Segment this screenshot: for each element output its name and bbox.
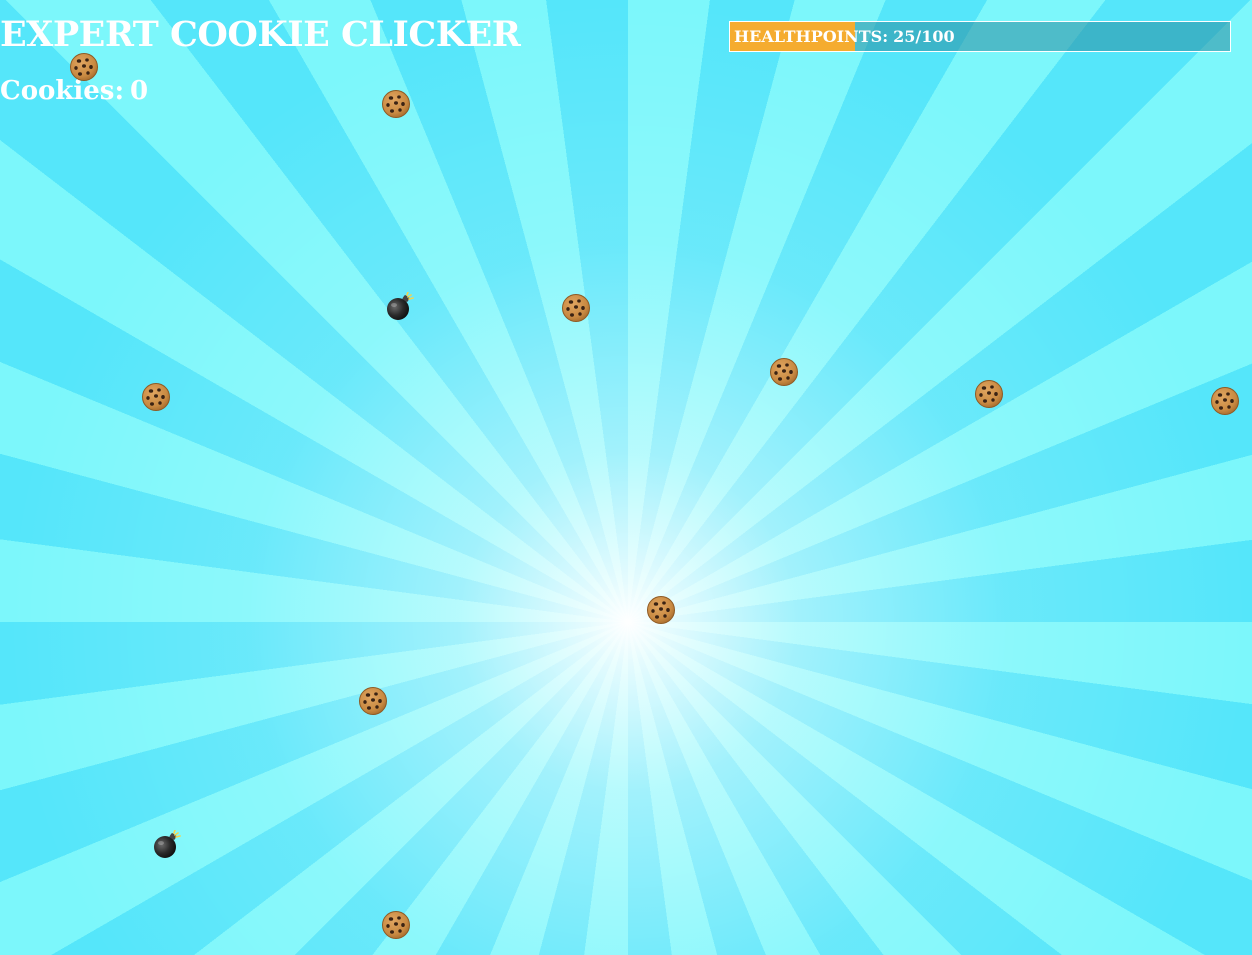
cookie-icon[interactable] — [974, 379, 1004, 409]
cookie-icon[interactable] — [381, 89, 411, 119]
score-value: 0 — [130, 76, 149, 106]
cookie-icon[interactable] — [646, 595, 676, 625]
game-area[interactable]: EXPERT COOKIE CLICKER Cookies: 0 HEALTHPO… — [0, 0, 1252, 955]
bomb-icon[interactable] — [152, 830, 182, 860]
score-label: Cookies: — [0, 76, 125, 106]
health-label: HEALTHPOINTS: — [734, 27, 889, 46]
game-title: EXPERT COOKIE CLICKER — [0, 14, 521, 55]
health-value: 25/100 — [893, 27, 955, 46]
cookie-icon[interactable] — [1210, 386, 1240, 416]
cookie-icon[interactable] — [381, 910, 411, 940]
cookie-icon[interactable] — [141, 382, 171, 412]
health-bar: HEALTHPOINTS: 25/100 — [729, 21, 1231, 52]
cookie-icon[interactable] — [769, 357, 799, 387]
health-text: HEALTHPOINTS: 25/100 — [734, 22, 955, 51]
cookie-icon[interactable] — [358, 686, 388, 716]
cookie-icon[interactable] — [69, 52, 99, 82]
bomb-icon[interactable] — [385, 292, 415, 322]
cookie-icon[interactable] — [561, 293, 591, 323]
